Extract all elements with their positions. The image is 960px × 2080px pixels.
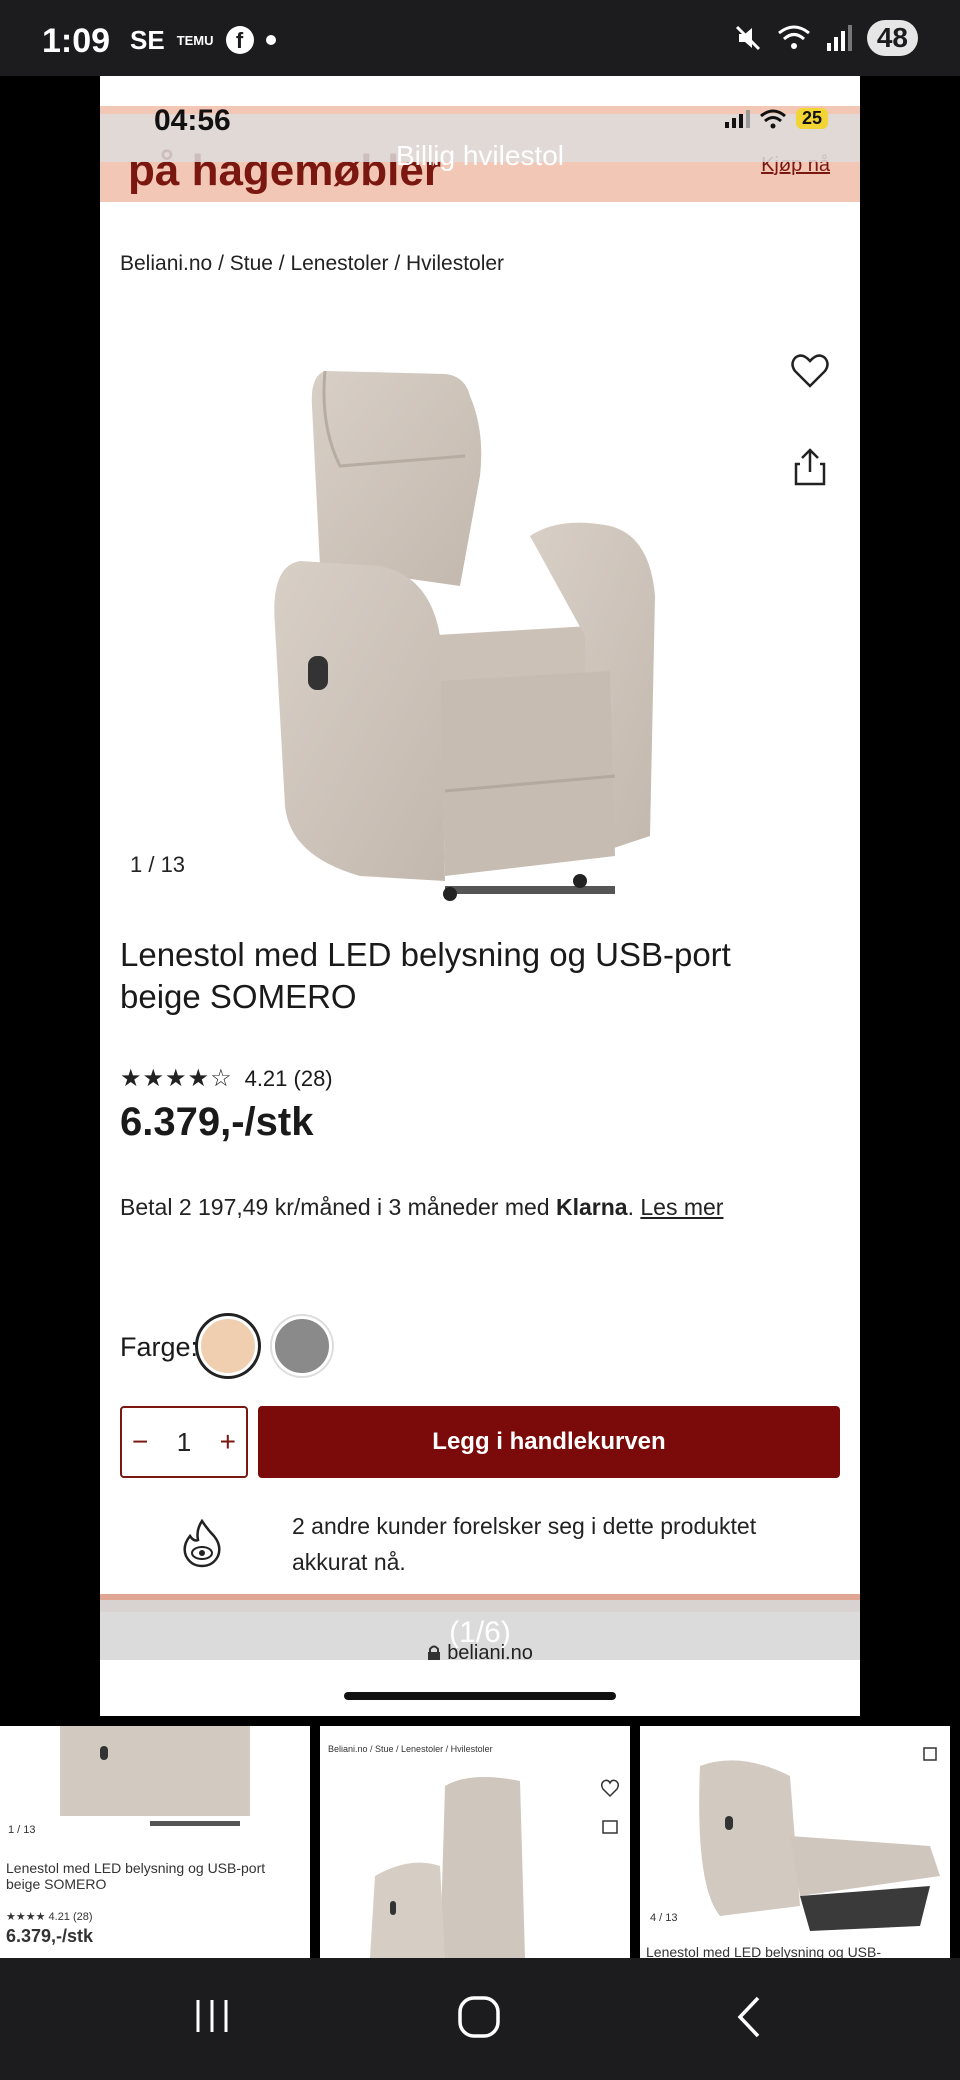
thumbnail-rating: ★★★★ 4.21 (28) <box>6 1911 93 1923</box>
thumbnail-counter: 1 / 13 <box>8 1824 36 1836</box>
thumbnail-1[interactable]: 1 / 13 Lenestol med LED belysning og USB… <box>0 1726 310 1958</box>
inner-system-icons: 25 <box>724 108 828 129</box>
thumbnail-image <box>60 1726 250 1826</box>
back-icon[interactable] <box>730 1994 770 2040</box>
thumbnail-counter: 4 / 13 <box>650 1912 678 1924</box>
product-price: 6.379,-/stk <box>120 1100 314 1144</box>
battery-indicator: 48 <box>866 20 918 56</box>
se-app-icon: SE <box>130 24 165 55</box>
os-system-icons: 48 <box>733 20 918 56</box>
quantity-stepper: − 1 + <box>120 1406 248 1478</box>
thumbnail-3[interactable]: 4 / 13 Lenestol med LED belysning og USB… <box>640 1726 950 1958</box>
klarna-brand: Klarna <box>555 1194 628 1220</box>
thumbnail-2[interactable]: Beliani.no / Stue / Lenestoler / Hvilest… <box>320 1726 630 1958</box>
thumbnail-image <box>370 1777 620 1958</box>
facebook-icon: f <box>225 26 254 54</box>
rating-text: 4.21 (28) <box>244 1065 333 1091</box>
battery-indicator: 25 <box>795 108 828 129</box>
thumbnail-image <box>699 1747 940 1931</box>
product-image[interactable] <box>230 336 720 976</box>
os-clock: 1:09 <box>42 22 111 60</box>
add-to-cart-button[interactable]: Legg i handlekurven <box>258 1406 840 1478</box>
thumbnail-strip: 1 / 13 Lenestol med LED belysning og USB… <box>0 1726 960 1958</box>
home-indicator[interactable] <box>344 1692 616 1700</box>
temu-app-icon: TEMU <box>176 32 214 48</box>
thumbnail-rating-text: 4.21 (28) <box>48 1911 93 1923</box>
qty-plus-button[interactable]: + <box>220 1426 236 1458</box>
klarna-text: Betal 2 197,49 kr/måned i 3 måneder med <box>120 1194 556 1220</box>
qty-value[interactable]: 1 <box>177 1427 191 1458</box>
breadcrumb[interactable]: Beliani.no / Stue / Lenestoler / Hvilest… <box>120 252 504 276</box>
color-label: Farge: <box>120 1332 199 1362</box>
wifi-icon <box>760 109 786 128</box>
product-title: Lenestol med LED belysning og USB-port b… <box>120 936 731 1015</box>
thumbnail-title: Lenestol med LED belysning og USB- <box>646 1944 882 1958</box>
wifi-icon <box>777 25 810 49</box>
mute-icon <box>735 25 760 51</box>
product-rating[interactable]: ★★★★☆ 4.21 (28) <box>120 1064 333 1093</box>
os-notification-icons: SE TEMU f <box>130 26 276 54</box>
heart-icon[interactable] <box>790 352 830 390</box>
notification-dot-icon <box>265 35 276 45</box>
signal-icon <box>826 25 852 51</box>
color-swatch-grey[interactable] <box>272 1316 332 1376</box>
overlay-title: Billig hvilestol <box>395 140 565 171</box>
social-proof-text: 2 andre kunder forelsker seg i dette pro… <box>292 1513 757 1575</box>
browser-screenshot: på hagemøbler Kjøp nå 04:56 25 Billig hv… <box>100 76 860 1716</box>
thumbnail-title: Lenestol med LED belysning og USB-port b… <box>6 1860 266 1892</box>
os-status-bar: 1:09 SE TEMU f 48 <box>0 0 960 76</box>
inner-clock: 04:56 <box>154 104 231 137</box>
qty-minus-button[interactable]: − <box>132 1426 148 1458</box>
image-counter: 1 / 13 <box>130 852 186 877</box>
home-icon[interactable] <box>456 1994 502 2040</box>
klarna-dot: . <box>627 1194 634 1220</box>
lock-icon <box>428 1645 441 1660</box>
android-nav-bar <box>0 1958 960 2080</box>
color-swatch-beige[interactable] <box>198 1316 258 1376</box>
thumbnail-price: 6.379,-/stk <box>6 1926 94 1946</box>
recents-icon[interactable] <box>190 1994 234 2038</box>
url-domain: beliani.no <box>447 1642 533 1664</box>
fire-eye-icon <box>183 1518 221 1568</box>
signal-icon <box>724 109 750 128</box>
url-text[interactable]: beliani.no <box>100 1642 860 1665</box>
klarna-info: Betal 2 197,49 kr/måned i 3 måneder med … <box>120 1194 723 1221</box>
rating-stars-icon: ★★★★☆ <box>120 1065 233 1092</box>
share-icon[interactable] <box>792 446 828 486</box>
klarna-read-more-link[interactable]: Les mer <box>640 1194 723 1220</box>
